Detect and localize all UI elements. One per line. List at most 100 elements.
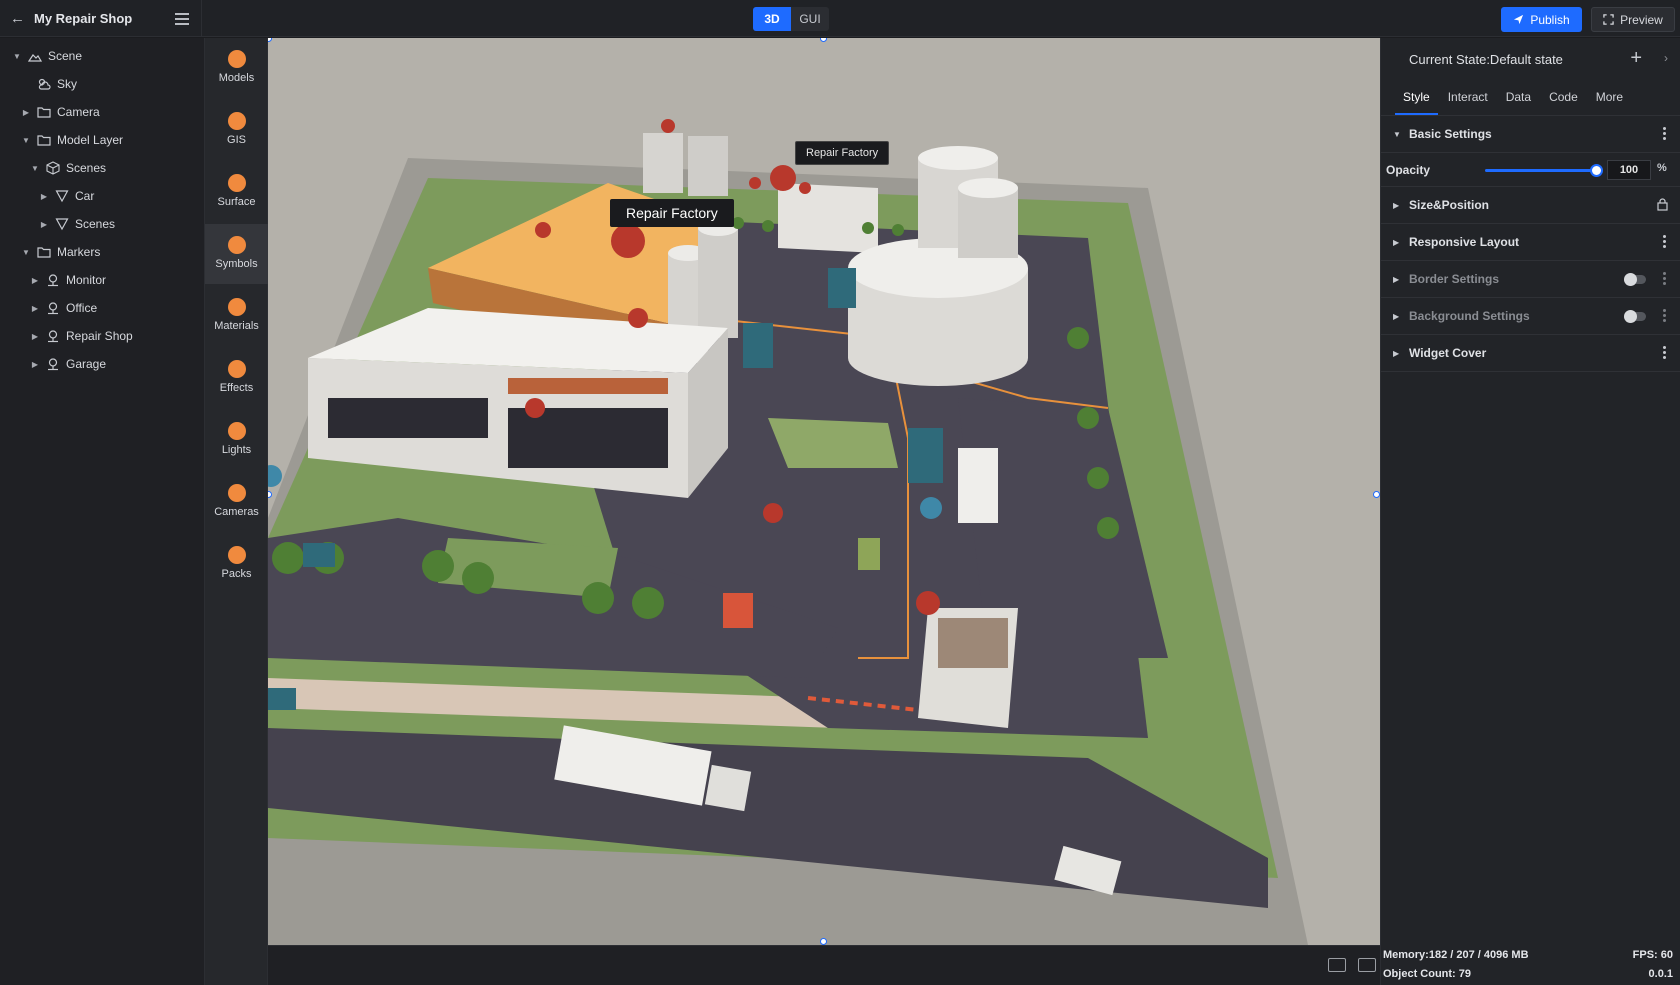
tree-item-label: Camera	[57, 105, 100, 119]
component-label: Lights	[221, 444, 252, 456]
border-toggle[interactable]	[1624, 273, 1646, 286]
tree-item[interactable]: ▶ Car	[0, 182, 204, 210]
caret-down-icon[interactable]: ▼	[30, 164, 40, 173]
tree-item[interactable]: Sky	[0, 70, 204, 98]
opacity-input[interactable]: 100	[1607, 160, 1651, 180]
component-label: Packs	[221, 568, 252, 580]
section-title: Size&Position	[1409, 198, 1490, 212]
packs-icon	[227, 546, 246, 564]
component-models[interactable]: Models	[205, 38, 268, 98]
map-pin-icon	[46, 357, 60, 371]
tree-item[interactable]: ▶ Scenes	[0, 210, 204, 238]
caret-down-icon[interactable]: ▼	[21, 136, 31, 145]
section-basic-settings[interactable]: ▼ Basic Settings	[1381, 116, 1680, 153]
more-options-icon[interactable]	[1663, 309, 1666, 324]
memory-readout: Memory:182 / 207 / 4096 MB	[1383, 949, 1529, 961]
tree-item-label: Scenes	[75, 217, 116, 231]
caret-right-icon[interactable]: ▶	[21, 108, 31, 117]
opacity-slider[interactable]	[1485, 164, 1603, 177]
tree-item-label: Markers	[57, 245, 101, 259]
caret-right-icon: ▶	[1393, 274, 1400, 284]
triangle-icon	[55, 189, 69, 203]
cameras-icon	[227, 484, 246, 502]
caret-right-icon[interactable]: ▶	[30, 276, 40, 285]
selection-handle-bottom[interactable]	[820, 938, 827, 945]
opacity-slider-knob[interactable]	[1590, 164, 1603, 177]
cube-icon	[46, 161, 60, 175]
tab-data[interactable]: Data	[1498, 80, 1539, 115]
caret-down-icon[interactable]: ▼	[21, 248, 31, 257]
tree-item[interactable]: ▶ Garage	[0, 350, 204, 378]
marker-label-repair-factory-small[interactable]: Repair Factory	[795, 141, 890, 165]
tree-item-label: Monitor	[66, 273, 107, 287]
component-gis[interactable]: GIS	[205, 100, 268, 160]
component-label: Materials	[214, 320, 259, 332]
keyboard-icon[interactable]	[1328, 958, 1346, 972]
opacity-row: Opacity 100 %	[1381, 153, 1680, 187]
mode-3d-button[interactable]: 3D	[753, 7, 791, 31]
caret-right-icon: ▶	[1393, 237, 1400, 247]
back-arrow-icon[interactable]: ←	[10, 11, 25, 26]
component-effects[interactable]: Effects	[205, 348, 268, 408]
tree-item[interactable]: ▶ Monitor	[0, 266, 204, 294]
tree-item[interactable]: ▶ Camera	[0, 98, 204, 126]
3d-viewport[interactable]: Repair Factory Repair Factory	[268, 38, 1380, 945]
folder-icon	[37, 245, 51, 259]
tree-item[interactable]: ▼ Scene	[0, 42, 204, 70]
triangle-icon	[55, 217, 69, 231]
state-row: Current State:Default state + ›	[1381, 38, 1680, 80]
app-header: ← My Repair Shop	[10, 0, 202, 37]
tab-style[interactable]: Style	[1395, 80, 1438, 115]
more-options-icon[interactable]	[1663, 346, 1666, 361]
tab-code[interactable]: Code	[1541, 80, 1586, 115]
more-options-icon[interactable]	[1663, 235, 1666, 250]
lock-icon[interactable]	[1657, 198, 1668, 211]
scene-tree-panel: ▼ Scene Sky ▶ Camera ▼ Model Layer ▼ Scenes ▶ Car ▶…	[0, 38, 205, 985]
background-toggle[interactable]	[1624, 310, 1646, 323]
more-options-icon[interactable]	[1663, 127, 1666, 142]
chevron-right-icon[interactable]: ›	[1664, 51, 1668, 65]
preview-button[interactable]: Preview	[1591, 7, 1675, 32]
component-label: GIS	[227, 134, 246, 146]
more-options-icon[interactable]	[1663, 272, 1666, 287]
section-border-settings[interactable]: ▶ Border Settings	[1381, 261, 1680, 298]
caret-down-icon[interactable]: ▼	[12, 52, 22, 61]
section-responsive-layout[interactable]: ▶ Responsive Layout	[1381, 224, 1680, 261]
tree-item[interactable]: ▼ Model Layer	[0, 126, 204, 154]
component-surface[interactable]: Surface	[205, 162, 268, 222]
component-packs[interactable]: Packs	[205, 534, 268, 594]
preview-label: Preview	[1620, 12, 1663, 27]
selection-handle-right[interactable]	[1373, 491, 1380, 498]
tree-item-label: Sky	[57, 77, 78, 91]
add-state-icon[interactable]: +	[1630, 47, 1642, 70]
mode-gui-button[interactable]: GUI	[791, 7, 829, 31]
tree-item[interactable]: ▼ Markers	[0, 238, 204, 266]
publish-label: Publish	[1530, 12, 1570, 27]
caret-right-icon[interactable]: ▶	[39, 220, 49, 229]
terminal-icon[interactable]	[1358, 958, 1376, 972]
component-cameras[interactable]: Cameras	[205, 472, 268, 532]
section-background-settings[interactable]: ▶ Background Settings	[1381, 298, 1680, 335]
component-materials[interactable]: Materials	[205, 286, 268, 346]
component-lights[interactable]: Lights	[205, 410, 268, 470]
caret-right-icon[interactable]: ▶	[30, 360, 40, 369]
tab-interact[interactable]: Interact	[1440, 80, 1496, 115]
section-widget-cover[interactable]: ▶ Widget Cover	[1381, 335, 1680, 372]
caret-right-icon[interactable]: ▶	[39, 192, 49, 201]
materials-icon	[227, 298, 246, 316]
section-title: Border Settings	[1409, 272, 1500, 286]
marker-label-repair-factory[interactable]: Repair Factory	[610, 199, 734, 227]
opacity-unit: %	[1657, 162, 1667, 174]
tab-more[interactable]: More	[1588, 80, 1631, 115]
caret-right-icon[interactable]: ▶	[30, 304, 40, 313]
section-title: Background Settings	[1409, 309, 1530, 323]
component-symbols[interactable]: Symbols	[205, 224, 268, 284]
fps-readout: FPS: 60	[1632, 949, 1673, 961]
tree-item[interactable]: ▶ Office	[0, 294, 204, 322]
hamburger-menu-icon[interactable]	[175, 10, 189, 28]
section-size-position[interactable]: ▶ Size&Position	[1381, 187, 1680, 224]
publish-button[interactable]: Publish	[1501, 7, 1582, 32]
tree-item[interactable]: ▶ Repair Shop	[0, 322, 204, 350]
tree-item[interactable]: ▼ Scenes	[0, 154, 204, 182]
caret-right-icon[interactable]: ▶	[30, 332, 40, 341]
